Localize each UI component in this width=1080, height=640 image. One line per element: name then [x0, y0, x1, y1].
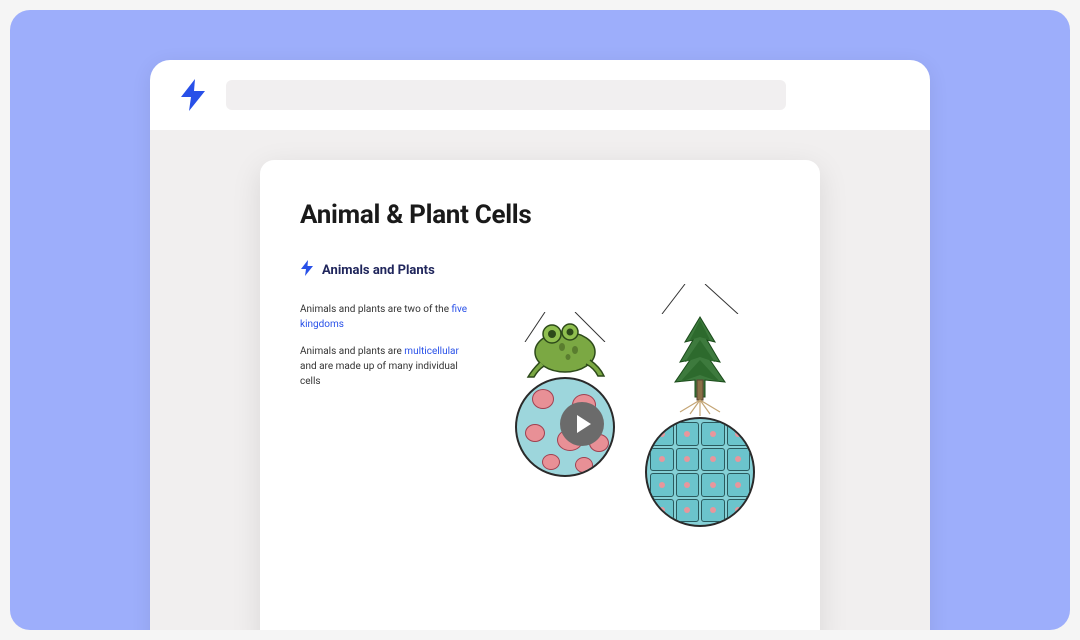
pine-tree-icon [655, 312, 745, 422]
url-bar[interactable] [226, 80, 786, 110]
subsection-header: Animals and Plants [300, 260, 780, 280]
content-area: Animal & Plant Cells Animals and Plants … [150, 130, 930, 630]
text: and are made up of many individual cells [300, 361, 458, 387]
plant-cells-magnified [645, 417, 755, 527]
subsection-title: Animals and Plants [322, 263, 435, 278]
link-multicellular[interactable]: multicellular [404, 346, 459, 357]
plant-organism [645, 312, 755, 527]
text: Animals and plants are two of the [300, 304, 451, 315]
text: Animals and plants are [300, 346, 404, 357]
zoom-lines-icon [650, 284, 750, 314]
browser-window: Animal & Plant Cells Animals and Plants … [150, 60, 930, 630]
frog-icon [520, 312, 610, 382]
lesson-card: Animal & Plant Cells Animals and Plants … [260, 160, 820, 630]
illustration-column [490, 302, 780, 527]
paragraph-1: Animals and plants are two of the five k… [300, 302, 470, 332]
card-title: Animal & Plant Cells [300, 200, 780, 230]
play-button[interactable] [560, 402, 604, 446]
lightning-bolt-icon [180, 79, 206, 111]
lightning-bolt-icon [300, 260, 314, 280]
outer-frame: Animal & Plant Cells Animals and Plants … [10, 10, 1070, 630]
paragraph-2: Animals and plants are multicellular and… [300, 344, 470, 389]
browser-header [150, 60, 930, 130]
animal-organism [515, 312, 615, 477]
text-column: Animals and plants are two of the five k… [300, 302, 470, 527]
content-row: Animals and plants are two of the five k… [300, 302, 780, 527]
